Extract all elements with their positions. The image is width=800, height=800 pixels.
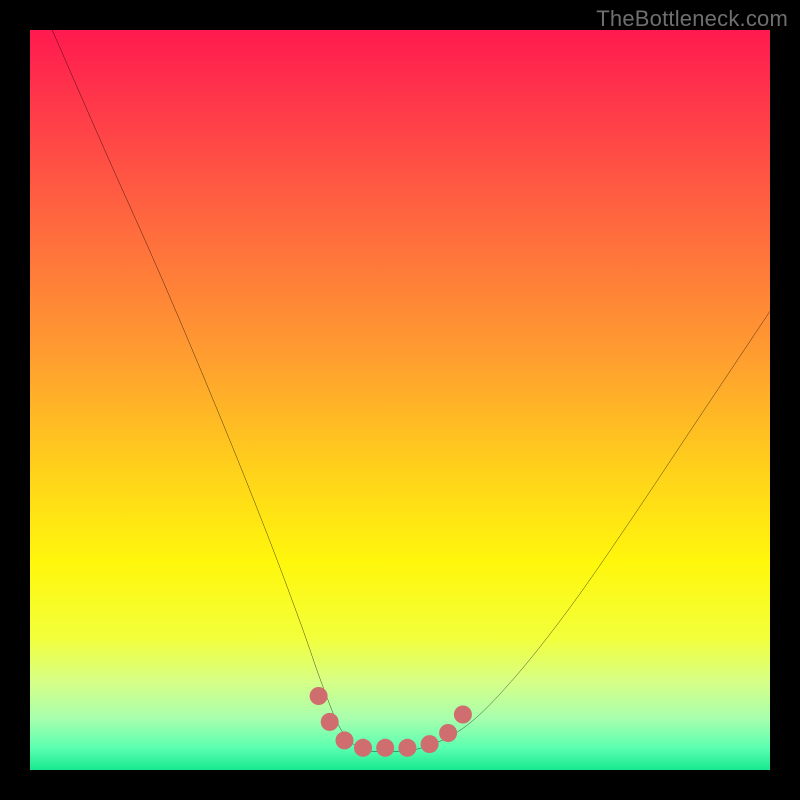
chart-frame: TheBottleneck.com (0, 0, 800, 800)
curve-layer (30, 30, 770, 770)
highlight-marker (439, 724, 457, 742)
highlight-marker (421, 735, 439, 753)
bottleneck-curve (52, 30, 770, 752)
highlight-marker (336, 731, 354, 749)
highlight-marker (376, 739, 394, 757)
highlight-markers (310, 687, 472, 757)
highlight-marker (398, 739, 416, 757)
highlight-marker (321, 713, 339, 731)
highlight-marker (454, 706, 472, 724)
plot-area (30, 30, 770, 770)
highlight-marker (354, 739, 372, 757)
highlight-marker (310, 687, 328, 705)
watermark-text: TheBottleneck.com (596, 6, 788, 32)
